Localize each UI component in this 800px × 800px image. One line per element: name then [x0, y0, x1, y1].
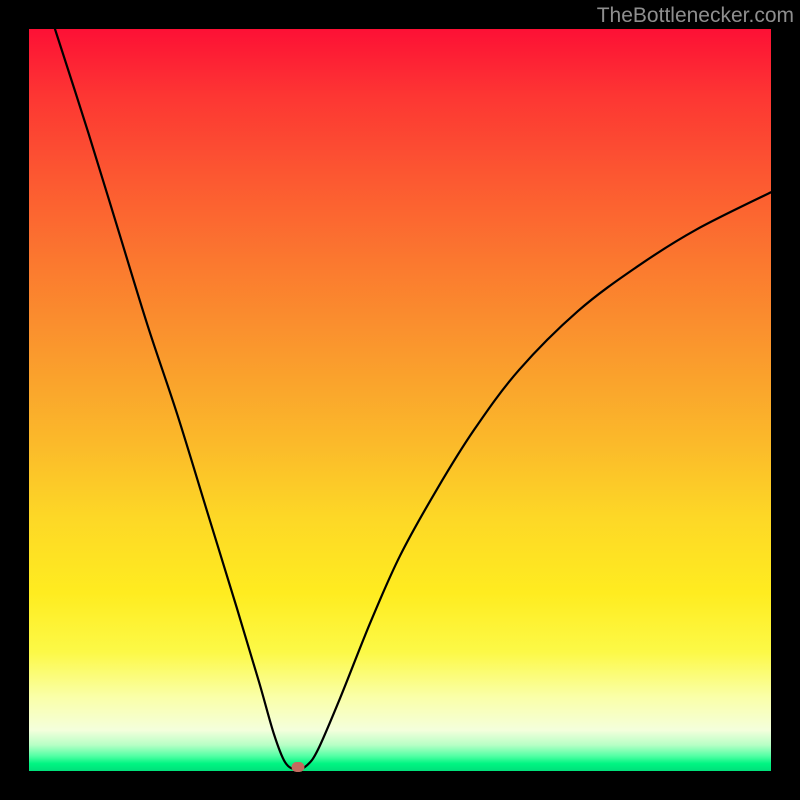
plot-area: [29, 29, 771, 771]
chart-frame: TheBottlenecker.com: [0, 0, 800, 800]
watermark: TheBottlenecker.com: [597, 4, 794, 28]
optimal-point-marker: [291, 762, 304, 772]
bottleneck-curve: [29, 29, 771, 771]
